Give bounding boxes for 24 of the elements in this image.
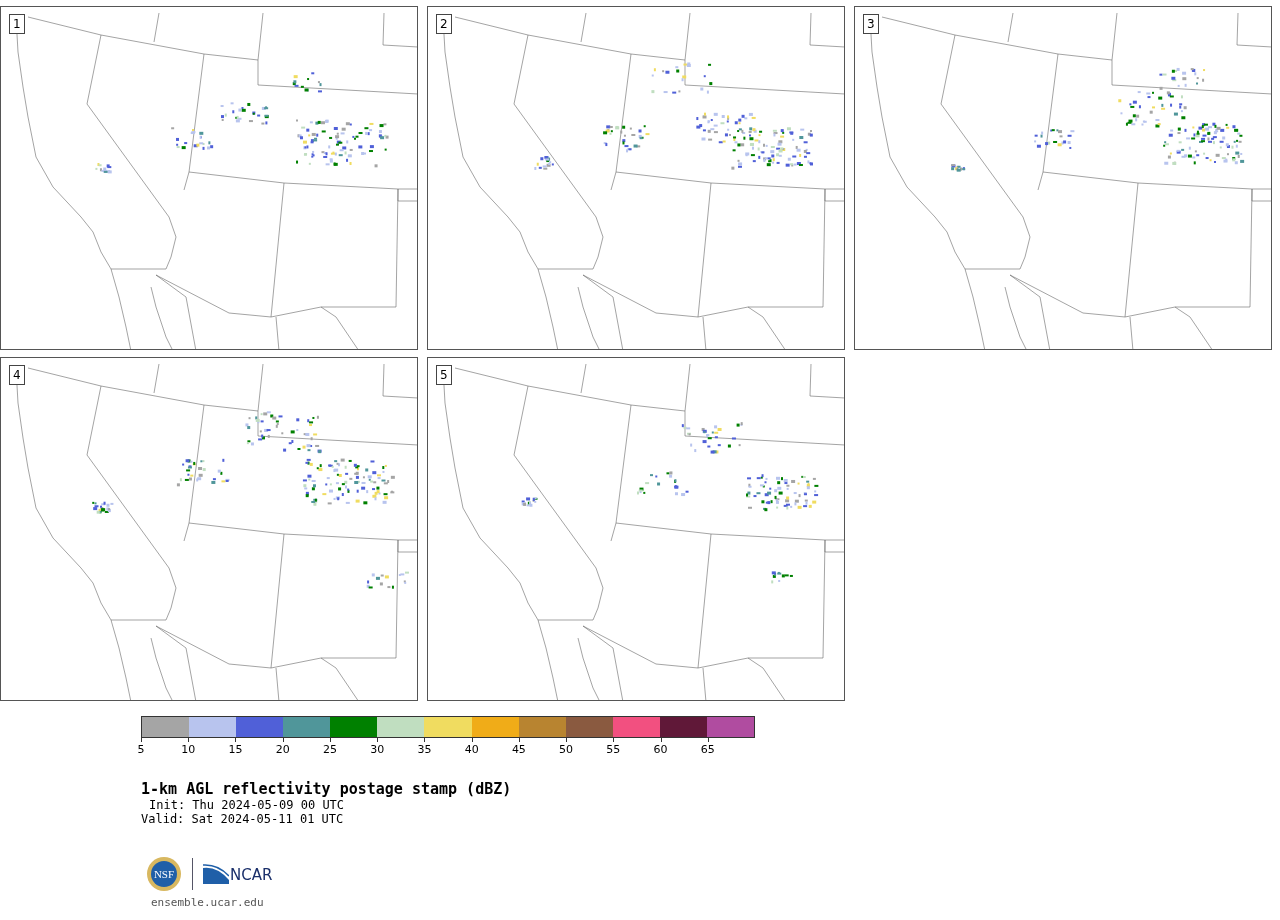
tick-label: 65 xyxy=(700,743,715,756)
init-time: Init: Thu 2024-05-09 00 UTC xyxy=(148,798,346,812)
panel-number-label: 2 xyxy=(436,14,452,34)
panel-number-label: 5 xyxy=(436,365,452,385)
tick-label: 10 xyxy=(181,743,196,756)
ncar-logo: NCAR xyxy=(203,864,273,884)
chart-title: 1-km AGL reflectivity postage stamp (dBZ) xyxy=(141,780,513,798)
website-url: ensemble.ucar.edu xyxy=(150,896,265,909)
tick-label: 55 xyxy=(606,743,621,756)
panel-number-label: 3 xyxy=(863,14,879,34)
tick-label: 25 xyxy=(322,743,337,756)
tick-label: 30 xyxy=(370,743,385,756)
tick-label: 15 xyxy=(228,743,243,756)
nsf-logo: NSF xyxy=(146,856,182,892)
tick-label: 5 xyxy=(137,743,145,756)
tick-label: 20 xyxy=(275,743,290,756)
tick-label: 50 xyxy=(559,743,574,756)
tick-label: 60 xyxy=(653,743,668,756)
tick-label: 40 xyxy=(464,743,479,756)
tick-label: 35 xyxy=(417,743,432,756)
panel-number-label: 1 xyxy=(9,14,25,34)
panel-number-label: 4 xyxy=(9,365,25,385)
valid-time: Valid: Sat 2024-05-11 01 UTC xyxy=(141,812,345,826)
tick-label: 45 xyxy=(511,743,526,756)
